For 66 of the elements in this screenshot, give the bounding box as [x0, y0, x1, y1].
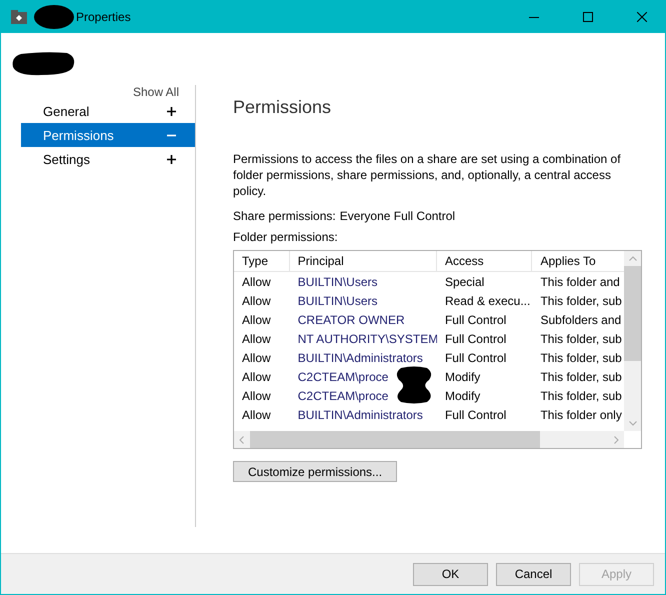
table-cell-text: Special	[444, 274, 486, 288]
nav-item[interactable]: General	[21, 99, 195, 123]
table-cell-text: BUILTIN\Users	[296, 294, 379, 308]
show-all-link[interactable]: Show All	[132, 85, 195, 99]
table-cell-text: Allow	[241, 370, 272, 384]
nav-item-label: Settings	[43, 152, 90, 166]
table-cell-text: Modify	[444, 388, 482, 402]
redaction-mark	[11, 51, 77, 77]
expand-icon[interactable]	[167, 106, 176, 116]
table-cell-text: This folder only	[539, 408, 623, 422]
table-cell-text: Full Control	[444, 408, 508, 422]
table-cell-text: BUILTIN\Administrators	[296, 350, 424, 364]
column-header[interactable]: Applies To	[532, 251, 624, 271]
share-permissions-value: Everyone Full Control	[340, 209, 456, 223]
table-cell-text: Full Control	[444, 350, 508, 364]
table-cell-text: C2CTEAM\proce	[296, 370, 390, 384]
table-cell-text: This folder, sub	[539, 332, 623, 346]
nav-item-label: General	[43, 104, 90, 118]
column-header[interactable]: Type	[234, 251, 290, 271]
table-cell-text: Allow	[241, 350, 272, 364]
table-cell-text: C2CTEAM\proce	[296, 388, 390, 402]
column-header[interactable]: Access	[436, 251, 532, 271]
folder-icon	[10, 9, 28, 25]
scroll-up-icon[interactable]	[628, 256, 636, 261]
table-cell-text: This folder and	[539, 274, 621, 288]
dialog-button[interactable]: OK	[413, 562, 488, 586]
share-permissions-label: Share permissions:	[233, 209, 336, 223]
table-cell-text: Subfolders and	[539, 312, 622, 326]
redaction-mark	[394, 366, 434, 404]
table-cell-text: Allow	[241, 388, 272, 402]
table-cell-text: Allow	[241, 408, 272, 422]
nav-item[interactable]: Settings	[21, 147, 195, 171]
table-cell-text: Full Control	[444, 332, 508, 346]
table-cell-text: Modify	[444, 370, 482, 384]
scroll-right-icon[interactable]	[614, 436, 619, 444]
table-cell-text: CREATOR OWNER	[296, 312, 406, 326]
table-cell-text: This folder, sub	[539, 294, 623, 308]
table-cell-text: Allow	[241, 274, 272, 288]
table-cell-text: Read & execu...	[444, 294, 532, 308]
scroll-left-icon[interactable]	[239, 436, 244, 444]
page-heading: Permissions	[233, 97, 332, 119]
column-header[interactable]: Principal	[290, 251, 437, 271]
vertical-scrollbar[interactable]	[624, 251, 641, 431]
description-text: Permissions to access the files on a share are set using a combination of folder permissions, share permissions, and, optionally, a central access policy.	[233, 151, 622, 199]
close-icon	[637, 12, 647, 22]
table-cell-text: This folder, sub	[539, 388, 623, 402]
scroll-down-icon[interactable]	[628, 421, 636, 426]
table-cell-text: Allow	[241, 332, 272, 346]
table-cell-text: Allow	[241, 294, 272, 308]
redaction-mark	[34, 4, 74, 30]
table-cell-text: BUILTIN\Users	[296, 274, 379, 288]
folder-permissions-label: Folder permissions:	[233, 230, 339, 244]
table-cell-text: This folder, sub	[539, 350, 623, 364]
table-cell-text: Full Control	[444, 312, 508, 326]
window-title: Properties	[76, 10, 131, 24]
horizontal-scrollbar[interactable]	[234, 431, 624, 448]
nav-item-label: Permissions	[43, 128, 114, 142]
table-cell-text: BUILTIN\Administrators	[296, 408, 424, 422]
table-cell-text: NT AUTHORITY\SYSTEM	[296, 332, 437, 346]
dialog-button[interactable]: Cancel	[496, 562, 571, 586]
customize-permissions-button[interactable]: Customize permissions...	[233, 461, 398, 482]
expand-icon[interactable]	[167, 154, 176, 164]
table-cell-text: Allow	[241, 312, 272, 326]
nav-item[interactable]: Permissions	[21, 123, 195, 147]
table-cell-text: This folder, sub	[539, 370, 623, 384]
maximize-icon	[583, 12, 593, 22]
